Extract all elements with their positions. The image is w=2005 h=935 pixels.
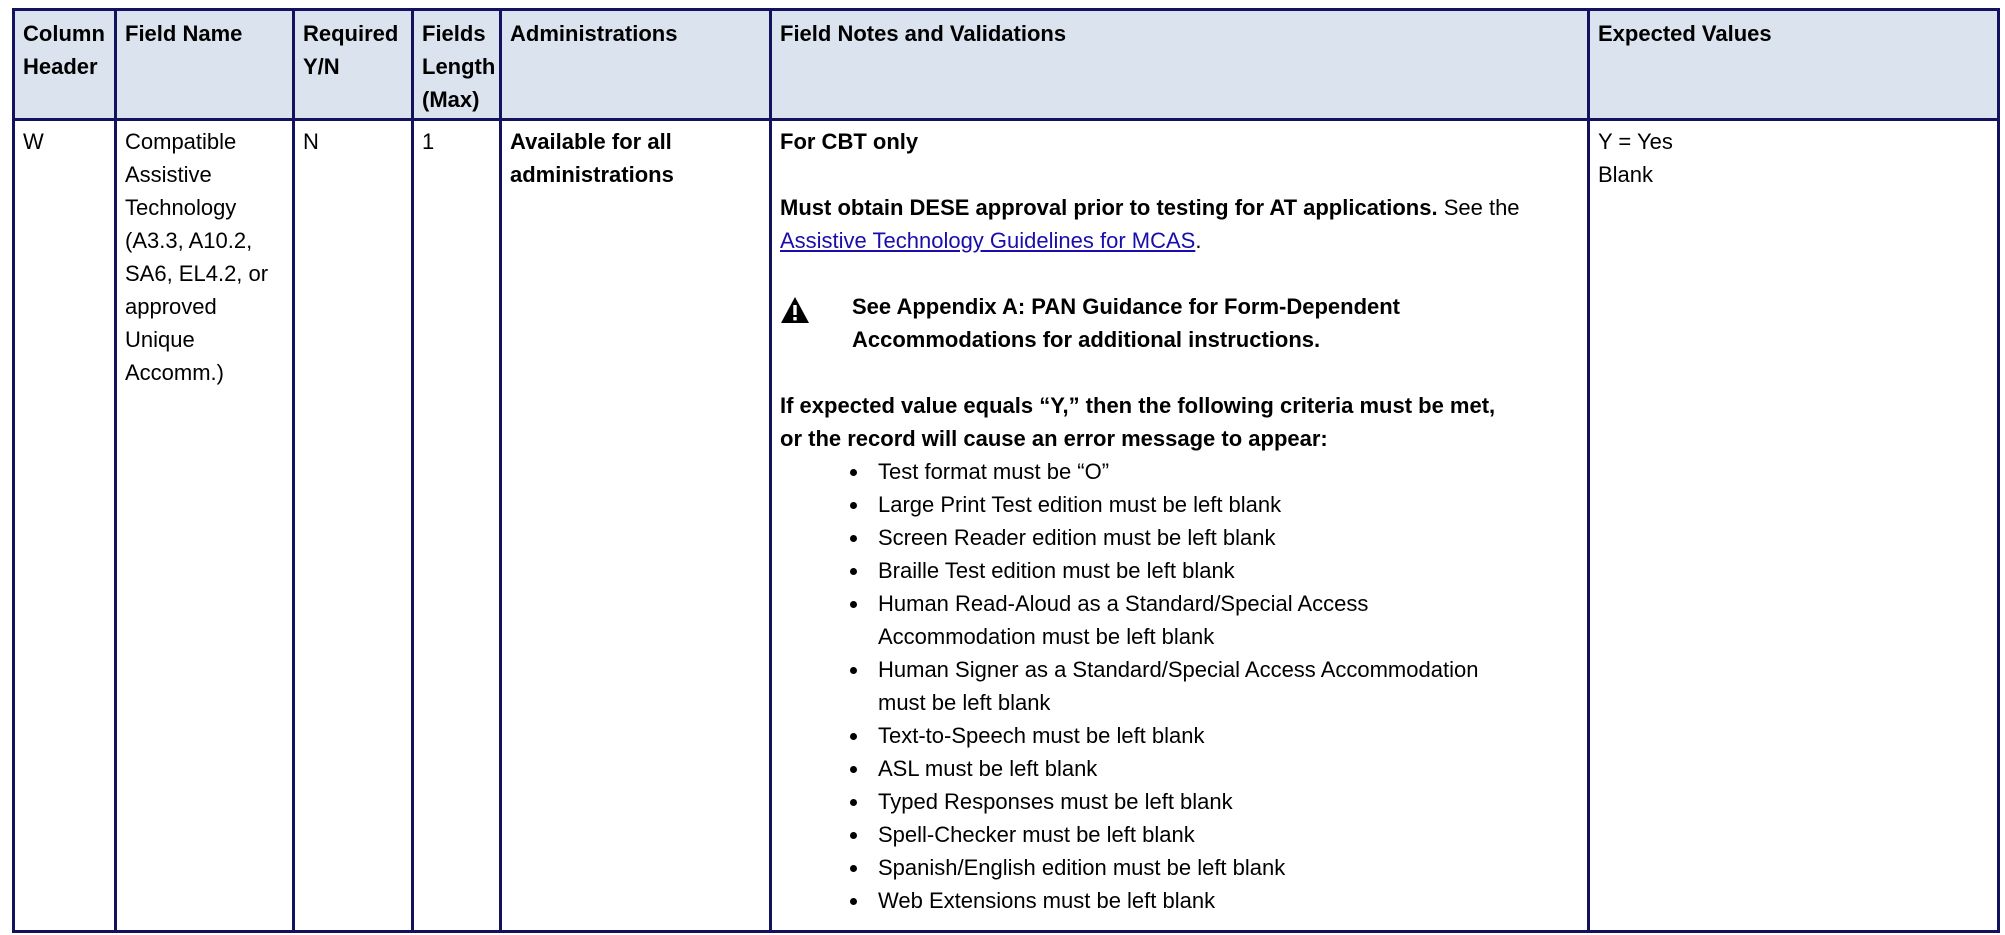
list-item: Screen Reader edition must be left blank <box>870 521 1518 554</box>
expected-values-cell: Y = Yes Blank <box>1587 118 2000 933</box>
approval-period: . <box>1195 228 1202 253</box>
field-spec-table: Column Header Field Name Required Y/N Fi… <box>12 8 2000 933</box>
expected-value-blank: Blank <box>1598 162 1654 187</box>
approval-see-text: See the <box>1437 195 1520 220</box>
list-item: Text-to-Speech must be left blank <box>870 719 1518 752</box>
appendix-note: See Appendix A: PAN Guidance for Form-De… <box>852 294 1401 352</box>
header-row: Column Header Field Name Required Y/N Fi… <box>12 8 2000 121</box>
expected-values-heading: Expected Values <box>1587 8 2000 121</box>
criteria-intro: If expected value equals “Y,” then the f… <box>780 393 1496 451</box>
assistive-technology-guidelines-link[interactable]: Assistive Technology Guidelines for MCAS <box>780 228 1195 253</box>
list-item: Human Signer as a Standard/Special Acces… <box>870 653 1518 719</box>
list-item: Typed Responses must be left blank <box>870 785 1518 818</box>
approval-requirement: Must obtain DESE approval prior to testi… <box>780 195 1438 220</box>
expected-value-yes: Y = Yes <box>1598 129 1673 154</box>
appendix-warning: See Appendix A: PAN Guidance for Form-De… <box>780 290 1579 356</box>
list-item: Braille Test edition must be left blank <box>870 554 1518 587</box>
criteria-list: Test format must be “O” Large Print Test… <box>780 455 1579 917</box>
approval-note: Must obtain DESE approval prior to testi… <box>780 191 1579 257</box>
field-name-cell: Compatible Assistive Technology (A3.3, A… <box>114 118 295 933</box>
list-item: Web Extensions must be left blank <box>870 884 1518 917</box>
list-item: Spanish/English edition must be left bla… <box>870 851 1518 884</box>
administrations-heading: Administrations <box>499 8 772 121</box>
list-item: Test format must be “O” <box>870 455 1518 488</box>
column-header-heading: Column Header <box>12 8 117 121</box>
list-item: ASL must be left blank <box>870 752 1518 785</box>
column-header-cell: W <box>12 118 117 933</box>
required-heading: Required Y/N <box>292 8 414 121</box>
list-item: Spell-Checker must be left blank <box>870 818 1518 851</box>
administrations-cell: Available for all administrations <box>499 118 772 933</box>
list-item: Human Read-Aloud as a Standard/Special A… <box>870 587 1518 653</box>
table-row: W Compatible Assistive Technology (A3.3,… <box>12 118 2000 933</box>
warning-triangle-icon <box>780 290 852 333</box>
cbt-only-note: For CBT only <box>780 129 919 154</box>
field-notes-cell: For CBT only Must obtain DESE approval p… <box>769 118 1590 933</box>
field-name-heading: Field Name <box>114 8 295 121</box>
fields-length-cell: 1 <box>411 118 502 933</box>
field-notes-heading: Field Notes and Validations <box>769 8 1590 121</box>
fields-length-heading: Fields Length (Max) <box>411 8 502 121</box>
required-cell: N <box>292 118 414 933</box>
list-item: Large Print Test edition must be left bl… <box>870 488 1518 521</box>
